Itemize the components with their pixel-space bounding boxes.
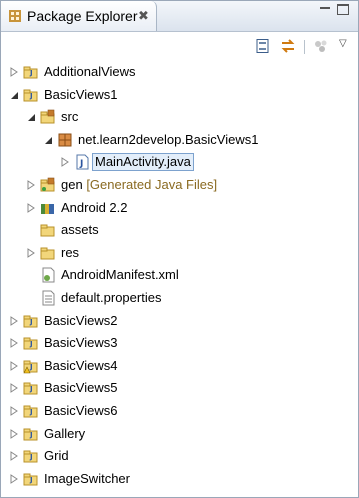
tree-item-label: BasicViews4: [44, 357, 118, 373]
package-icon: [58, 133, 72, 147]
tree-item[interactable]: J ImageSwitcher: [1, 468, 358, 490]
view-menu-icon[interactable]: ▽: [339, 38, 347, 49]
expanded-arrow-icon[interactable]: [26, 112, 36, 122]
tree-item-label: BasicViews2: [44, 312, 118, 328]
java-project-icon: J: [23, 473, 38, 486]
svg-text:J: J: [29, 69, 33, 77]
close-icon[interactable]: ✖: [138, 8, 149, 24]
collapsed-arrow-icon[interactable]: [9, 360, 19, 371]
xml-file-icon: [42, 267, 55, 283]
collapsed-arrow-icon[interactable]: [9, 338, 19, 349]
tree-item[interactable]: src: [1, 106, 358, 128]
collapsed-arrow-icon[interactable]: [9, 383, 19, 394]
expanded-arrow-icon[interactable]: [43, 135, 53, 145]
svg-text:J: J: [29, 318, 33, 326]
collapsed-arrow-icon[interactable]: [26, 202, 36, 213]
tree-item-label: BasicViews6: [44, 403, 118, 418]
folder-icon: [40, 224, 55, 237]
tree-item[interactable]: J MainActivity.java: [1, 151, 358, 173]
tree-item-label: Grid: [44, 448, 69, 464]
android-library-icon: [41, 203, 54, 214]
tree-item[interactable]: Android 2.2: [1, 197, 358, 219]
tree-item-label: AndroidManifest.xml: [61, 267, 179, 283]
collapse-all-icon[interactable]: [255, 38, 271, 54]
minimize-icon[interactable]: [320, 7, 330, 9]
svg-text:J: J: [29, 453, 33, 461]
java-file-icon: J: [76, 154, 89, 170]
tree-item-label: net.learn2develop.BasicViews1: [78, 131, 259, 147]
tree-item-decoration: [Generated Java Files]: [82, 177, 218, 192]
collapsed-arrow-icon[interactable]: [9, 473, 19, 484]
collapsed-arrow-icon[interactable]: [9, 451, 19, 462]
tree-item-label: AdditionalViews: [44, 64, 136, 79]
tree-item-label: MainActivity.java: [92, 153, 194, 172]
tree-item-label: src: [61, 109, 79, 125]
package-explorer-view: Package Explorer ✖ ▽ J AdditionalViews J Ba…: [0, 0, 359, 498]
tree-item-label: assets: [61, 222, 99, 238]
java-project-warning-icon: J: [23, 360, 38, 374]
collapsed-arrow-icon[interactable]: [26, 180, 36, 190]
java-project-icon: J: [23, 315, 38, 328]
svg-text:J: J: [29, 340, 33, 348]
tree-item[interactable]: AndroidManifest.xml: [1, 264, 358, 286]
tree-item[interactable]: J BasicViews5: [1, 377, 358, 399]
tree-item[interactable]: J BasicViews2: [1, 310, 358, 332]
java-project-icon: J: [23, 450, 38, 463]
tree-item-label: res: [61, 244, 80, 260]
svg-text:J: J: [29, 476, 33, 484]
package-explorer-tab[interactable]: Package Explorer ✖: [1, 1, 157, 31]
tree-item[interactable]: res: [1, 242, 358, 264]
svg-text:J: J: [29, 92, 33, 100]
svg-text:J: J: [29, 408, 33, 416]
tree-item[interactable]: J Grid: [1, 445, 358, 467]
tree-item[interactable]: J Gallery: [1, 423, 358, 445]
tree-item-label: gen [Generated Java Files]: [61, 177, 218, 192]
text-file-icon: [42, 290, 55, 306]
source-folder-icon: [40, 109, 55, 124]
collapsed-arrow-icon[interactable]: [9, 67, 19, 77]
collapsed-arrow-icon[interactable]: [9, 315, 19, 326]
tree-item[interactable]: default.properties: [1, 287, 358, 309]
tree-item-label: BasicViews1: [44, 86, 118, 102]
view-title: Package Explorer: [27, 8, 138, 24]
svg-text:J: J: [29, 431, 33, 439]
tree-item[interactable]: J AdditionalViews: [1, 61, 358, 83]
java-project-icon: J: [23, 89, 38, 102]
java-project-icon: J: [23, 66, 38, 79]
tree-item-label: BasicViews5: [44, 380, 118, 396]
java-project-icon: J: [23, 337, 38, 350]
maximize-icon[interactable]: [337, 4, 349, 15]
tree-item[interactable]: J BasicViews1: [1, 84, 358, 106]
tree-item[interactable]: assets: [1, 219, 358, 241]
tree-item[interactable]: net.learn2develop.BasicViews1: [1, 129, 358, 151]
tree-item[interactable]: J BasicViews6: [1, 400, 358, 422]
svg-text:J: J: [29, 385, 33, 393]
collapsed-arrow-icon[interactable]: [9, 406, 19, 416]
toolbar-separator: [304, 40, 305, 54]
package-explorer-icon: [9, 10, 21, 22]
tree-item-label: default.properties: [61, 290, 162, 305]
tree-item-label: Gallery: [44, 425, 86, 441]
svg-text:J: J: [29, 363, 33, 371]
view-tab-bar: Package Explorer ✖: [1, 1, 358, 32]
focus-on-active-task-icon[interactable]: [313, 38, 329, 54]
tree-item[interactable]: J BasicViews4: [1, 355, 358, 377]
svg-text:J: J: [79, 159, 83, 169]
view-toolbar: ▽: [1, 32, 358, 60]
tree-item-label: ImageSwitcher: [44, 470, 130, 486]
folder-icon: [40, 247, 55, 260]
java-project-icon: J: [23, 382, 38, 395]
collapsed-arrow-icon[interactable]: [26, 247, 36, 258]
collapsed-arrow-icon[interactable]: [60, 157, 70, 168]
tree-item-label: BasicViews3: [44, 335, 118, 351]
tree-item[interactable]: J BasicViews3: [1, 332, 358, 354]
expanded-arrow-icon[interactable]: [9, 90, 19, 100]
generated-folder-icon: [40, 177, 55, 192]
java-project-icon: J: [23, 428, 38, 441]
collapsed-arrow-icon[interactable]: [9, 428, 19, 439]
tree-item-label: Android 2.2: [61, 199, 128, 215]
tree-item[interactable]: gen [Generated Java Files]: [1, 174, 358, 196]
link-with-editor-icon[interactable]: [280, 38, 296, 54]
java-project-icon: J: [23, 405, 38, 418]
